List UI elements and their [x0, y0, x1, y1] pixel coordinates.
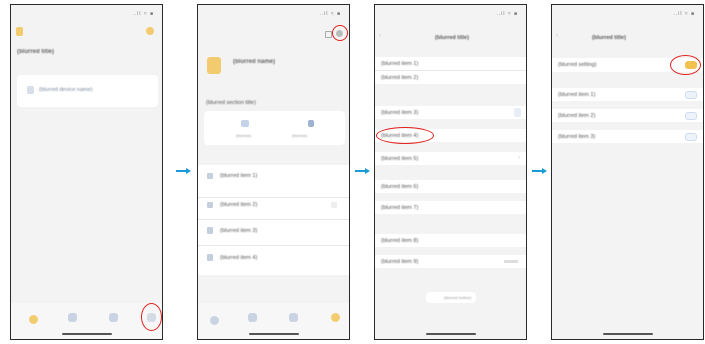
- highlight-ring-settings: [332, 25, 348, 41]
- logout-button-label: (blurred button): [444, 295, 472, 300]
- shortcut-left-icon[interactable]: [241, 120, 249, 127]
- highlight-ring-profile-tab: [141, 303, 162, 331]
- flow-arrow-3: [532, 168, 548, 174]
- settings-row: (blurred item 3): [552, 130, 703, 143]
- page-title: (blurred title): [435, 35, 469, 41]
- tab-home-icon[interactable]: [29, 315, 38, 324]
- settings-row[interactable]: (blurred item 3): [375, 106, 526, 119]
- settings-row-value: [504, 260, 518, 263]
- settings-row: (blurred item 1): [552, 88, 703, 101]
- phone-screen-home: ..il ≈ ■ (blurred title) (blurred device…: [10, 4, 163, 340]
- add-button[interactable]: [146, 27, 154, 35]
- menu-item[interactable]: (blurred item 2): [198, 198, 349, 220]
- menu-item[interactable]: (blurred item 1): [198, 165, 349, 187]
- tab-scenes-icon[interactable]: [68, 313, 77, 322]
- device-icon: [27, 86, 34, 94]
- home-indicator: [61, 333, 112, 335]
- flow-arrow-1: [176, 168, 192, 174]
- highlight-ring-notifications: [376, 127, 434, 144]
- chevron-right-icon: ›: [518, 155, 520, 161]
- settings-row[interactable]: (blurred item 6): [375, 180, 526, 193]
- settings-row[interactable]: (blurred item 1): [375, 57, 526, 70]
- flow-arrow-2: [355, 168, 371, 174]
- settings-row-label: (blurred setting): [558, 62, 597, 68]
- home-indicator: [248, 333, 299, 335]
- settings-row-label: (blurred item 9): [381, 259, 419, 265]
- tab-scenes-icon[interactable]: [248, 313, 257, 322]
- settings-row[interactable]: (blurred item 5) ›: [375, 152, 526, 165]
- menu-item-icon: [207, 173, 213, 179]
- settings-row-label: (blurred item 2): [381, 75, 419, 81]
- menu-item-icon: [207, 254, 213, 261]
- home-logo-icon: [16, 27, 23, 36]
- menu-item-label: (blurred item 3): [220, 228, 258, 234]
- status-bar: ..il ≈ ■: [496, 11, 518, 17]
- settings-row-label: (blurred item 2): [558, 113, 596, 119]
- tab-smart-icon[interactable]: [289, 313, 298, 322]
- settings-row[interactable]: (blurred item 7): [375, 201, 526, 214]
- menu-item-label: (blurred item 4): [220, 255, 258, 261]
- settings-row[interactable]: (blurred item 2): [375, 71, 526, 84]
- phone-screen-notification-settings: ..il ≈ ■ ‹ (blurred title) (blurred sett…: [551, 4, 704, 340]
- phone-screen-profile: ..il ≈ ■ (blurred name) (blurred section…: [197, 4, 350, 340]
- settings-row-label: (blurred item 3): [381, 110, 419, 116]
- page-title: (blurred title): [592, 35, 626, 41]
- device-name: (blurred device name): [39, 87, 93, 93]
- profile-name: (blurred name): [233, 59, 276, 65]
- tab-profile-icon[interactable]: [331, 313, 340, 322]
- back-arrow-icon[interactable]: ‹: [556, 33, 558, 39]
- menu-list: (blurred item 1) (blurred item 2) (blurr…: [198, 165, 349, 275]
- tab-smart-icon[interactable]: [109, 313, 118, 322]
- phone-screen-settings: ..il ≈ ■ ‹ (blurred title) (blurred item…: [374, 4, 527, 340]
- settings-row-label: (blurred item 3): [558, 134, 596, 140]
- menu-item-icon: [207, 202, 213, 208]
- back-arrow-icon[interactable]: ‹: [379, 33, 381, 39]
- settings-row-label: (blurred item 6): [381, 184, 419, 190]
- settings-row[interactable]: (blurred item 8): [375, 234, 526, 247]
- home-indicator: [425, 333, 476, 335]
- scan-icon[interactable]: [325, 31, 332, 38]
- shortcut-right-label[interactable]: (blurred): [292, 133, 307, 138]
- menu-item-icon: [207, 227, 213, 234]
- settings-row-label: (blurred item 8): [381, 238, 419, 244]
- shortcut-card: (blurred) (blurred): [204, 111, 345, 145]
- settings-row-label: (blurred item 7): [381, 205, 419, 211]
- toggle-switch[interactable]: [685, 91, 697, 99]
- menu-item-badge: [331, 202, 337, 208]
- highlight-ring-toggle: [670, 55, 701, 75]
- settings-row-label: (blurred item 5): [381, 156, 419, 162]
- avatar[interactable]: [207, 57, 221, 74]
- section-title: (blurred section title): [206, 100, 256, 106]
- menu-item[interactable]: (blurred item 3): [198, 223, 349, 245]
- menu-item-label: (blurred item 1): [220, 173, 258, 179]
- settings-row[interactable]: (blurred item 9): [375, 255, 526, 268]
- shortcut-left-label[interactable]: (blurred): [236, 133, 251, 138]
- shortcut-right-icon[interactable]: [308, 120, 314, 127]
- logout-button[interactable]: (blurred button): [426, 292, 476, 303]
- status-bar: ..il ≈ ■: [319, 11, 341, 17]
- toggle-switch[interactable]: [685, 112, 697, 120]
- status-bar: ..il ≈ ■: [132, 11, 154, 17]
- settings-row: (blurred item 2): [552, 109, 703, 122]
- tab-home-icon[interactable]: [210, 316, 219, 325]
- settings-row-label: (blurred item 1): [558, 92, 596, 98]
- page-title: (blurred title): [17, 49, 54, 55]
- settings-row-label: (blurred item 1): [381, 61, 419, 67]
- menu-item-label: (blurred item 2): [220, 202, 258, 208]
- toggle-switch[interactable]: [685, 133, 697, 141]
- home-indicator: [602, 333, 653, 335]
- device-card[interactable]: (blurred device name): [17, 75, 158, 107]
- menu-item[interactable]: (blurred item 4): [198, 250, 349, 272]
- status-bar: ..il ≈ ■: [673, 11, 695, 17]
- chevron-right-icon: [514, 108, 521, 117]
